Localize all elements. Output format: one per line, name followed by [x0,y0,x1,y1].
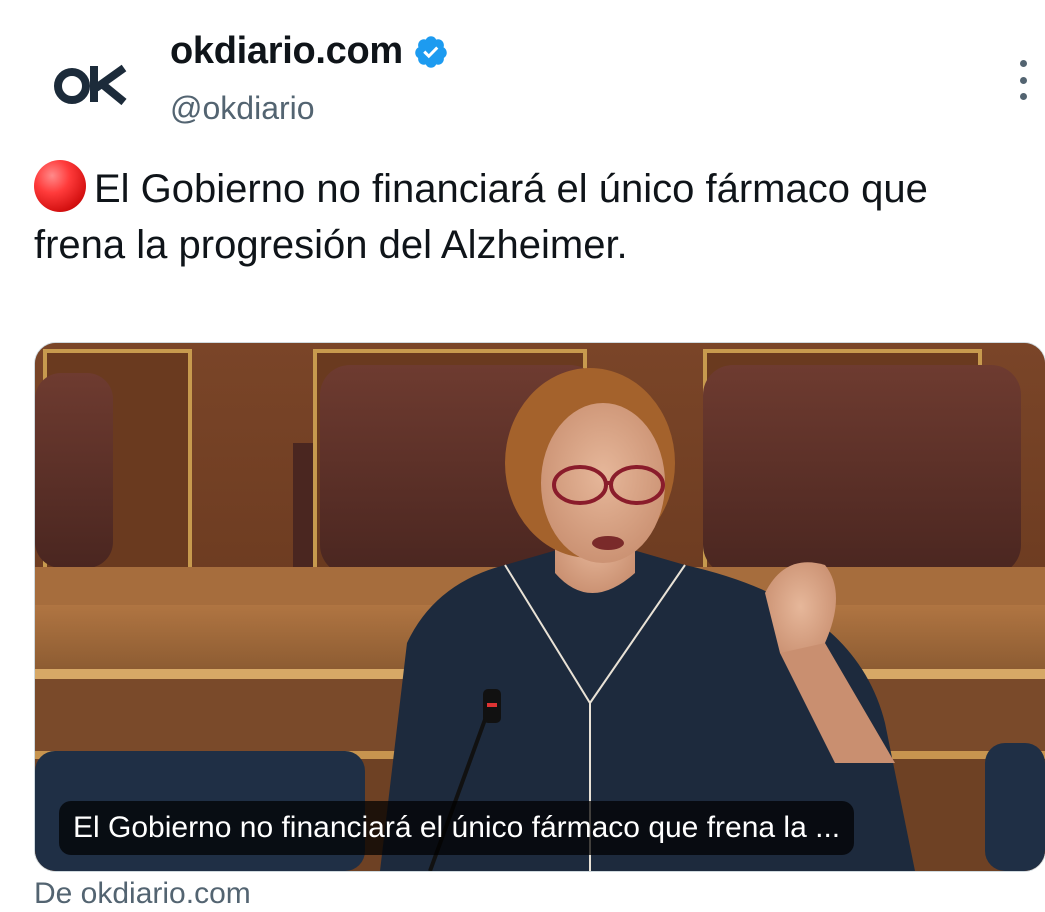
more-dot [1019,60,1027,67]
card-image [35,343,1045,871]
account-avatar[interactable] [34,26,146,138]
more-vertical-icon[interactable] [1005,58,1041,102]
verified-badge-icon[interactable] [413,34,449,70]
card-caption: El Gobierno no financiará el único fárma… [59,801,855,855]
more-dot [1019,93,1027,100]
tweet-text: El Gobierno no financiará el único fárma… [34,160,1024,273]
more-dot [1019,76,1027,84]
card-source[interactable]: De okdiario.com [34,876,251,912]
display-name[interactable]: okdiario.com [170,30,449,73]
display-name-text[interactable]: okdiario.com [170,30,403,73]
tweet-body: El Gobierno no financiará el único fárma… [34,167,928,267]
link-card[interactable]: El Gobierno no financiará el único fárma… [34,342,1045,872]
okdiario-logo [54,64,127,106]
account-handle[interactable]: @okdiario [170,90,315,127]
red-circle-icon [34,160,86,212]
